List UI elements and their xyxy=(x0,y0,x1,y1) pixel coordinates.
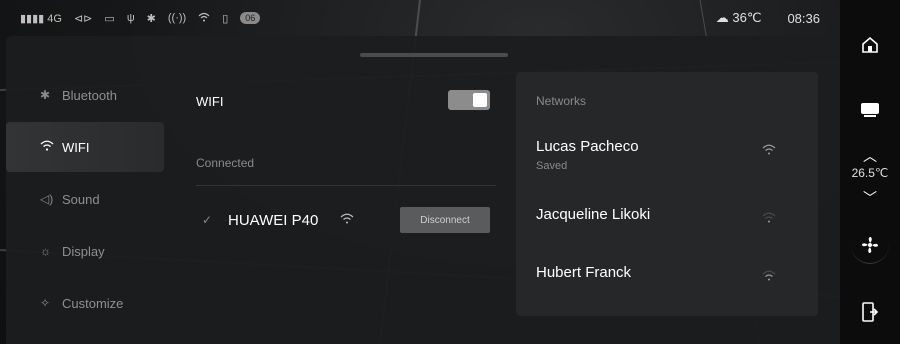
wifi-settings: WIFI Connected ✓ HUAWEI P40 Disconnect xyxy=(194,36,496,344)
network-item[interactable]: Jacqueline Likoki xyxy=(536,206,796,246)
customize-icon: ✧ xyxy=(40,296,51,310)
exit-icon[interactable] xyxy=(840,302,900,327)
sidebar-item-display[interactable]: ☼ Display xyxy=(6,226,164,276)
wifi-icon xyxy=(40,140,62,154)
sidebar-item-customize[interactable]: ✧ Customize xyxy=(6,278,164,328)
settings-sidebar: ✱ Bluetooth WIFI ◁) Sound ☼ Display ✧ Cu… xyxy=(6,66,164,344)
camera-icon: ▭ xyxy=(104,12,115,25)
hotspot-icon: ((·)) xyxy=(167,12,187,24)
sidebar-item-wifi[interactable]: WIFI xyxy=(6,122,164,172)
settings-panel: ✱ Bluetooth WIFI ◁) Sound ☼ Display ✧ Cu… xyxy=(6,36,840,344)
battery-icon: ▯ xyxy=(222,12,229,25)
mirror-icon: ⊲⊳ xyxy=(73,12,93,25)
cabin-temp: 26.5℃ xyxy=(851,166,889,180)
sidebar-item-label: Customize xyxy=(62,295,124,311)
screen-icon[interactable] xyxy=(840,102,900,123)
bluetooth-icon: ✱ xyxy=(40,88,51,102)
divider xyxy=(196,185,496,186)
temp-up-icon[interactable]: ︿ xyxy=(840,146,900,166)
speaker-icon: ◁) xyxy=(40,192,54,206)
sidebar-item-label: Bluetooth xyxy=(62,87,117,103)
disconnect-button[interactable]: Disconnect xyxy=(400,207,490,233)
wifi-toggle-label: WIFI xyxy=(196,94,224,109)
notification-badge[interactable]: 06 xyxy=(240,12,261,24)
connected-network-name: HUAWEI P40 xyxy=(228,211,319,229)
sidebar-item-bluetooth[interactable]: ✱ Bluetooth xyxy=(6,70,164,120)
wifi-signal-strong-icon xyxy=(762,142,776,160)
right-dock: ︿ 26.5℃ ﹀ xyxy=(840,0,900,344)
network-name: Hubert Franck xyxy=(536,264,632,281)
connected-section-label: Connected xyxy=(196,156,255,170)
weather-icon: ☁ xyxy=(715,10,729,25)
networks-card: Networks Lucas Pacheco Saved Jacqueline … xyxy=(516,72,818,316)
network-item[interactable]: Lucas Pacheco Saved xyxy=(536,138,796,178)
check-icon: ✓ xyxy=(202,213,213,227)
connected-network-row[interactable]: ✓ HUAWEI P40 Disconnect xyxy=(196,206,496,234)
network-status: Saved xyxy=(536,160,568,172)
outside-temp: 36℃ xyxy=(732,10,762,25)
network-type: 4G xyxy=(47,12,62,25)
sidebar-item-label: Sound xyxy=(62,191,100,207)
bluetooth-icon: ✱ xyxy=(146,12,156,25)
wifi-signal-icon xyxy=(340,211,354,229)
network-name: Lucas Pacheco xyxy=(536,138,639,155)
toggle-knob xyxy=(473,93,487,107)
home-icon[interactable] xyxy=(840,36,900,59)
sidebar-item-sound[interactable]: ◁) Sound xyxy=(6,174,164,224)
sidebar-item-label: WIFI xyxy=(62,139,90,155)
fan-icon[interactable] xyxy=(840,236,900,259)
status-bar: ▮▮▮▮ 4G ⊲⊳ ▭ ψ ✱ ((·)) ▯ 06 ☁ 36℃ 08:36 xyxy=(0,0,840,36)
wifi-signal-weak-icon xyxy=(762,210,776,228)
network-item[interactable]: Hubert Franck xyxy=(536,264,796,304)
clock: 08:36 xyxy=(787,10,820,26)
network-name: Jacqueline Likoki xyxy=(536,206,651,223)
brightness-icon: ☼ xyxy=(40,244,51,258)
wifi-signal-medium-icon xyxy=(762,268,776,286)
temp-down-icon[interactable]: ﹀ xyxy=(840,188,900,208)
weather-widget[interactable]: ☁ 36℃ xyxy=(716,10,762,26)
signal-icon: ▮▮▮▮ 4G xyxy=(20,12,62,25)
wifi-toggle[interactable] xyxy=(448,90,490,110)
wifi-icon xyxy=(198,12,210,25)
sidebar-item-label: Display xyxy=(62,243,105,259)
usb-icon: ψ xyxy=(126,12,135,24)
networks-title: Networks xyxy=(536,94,587,108)
